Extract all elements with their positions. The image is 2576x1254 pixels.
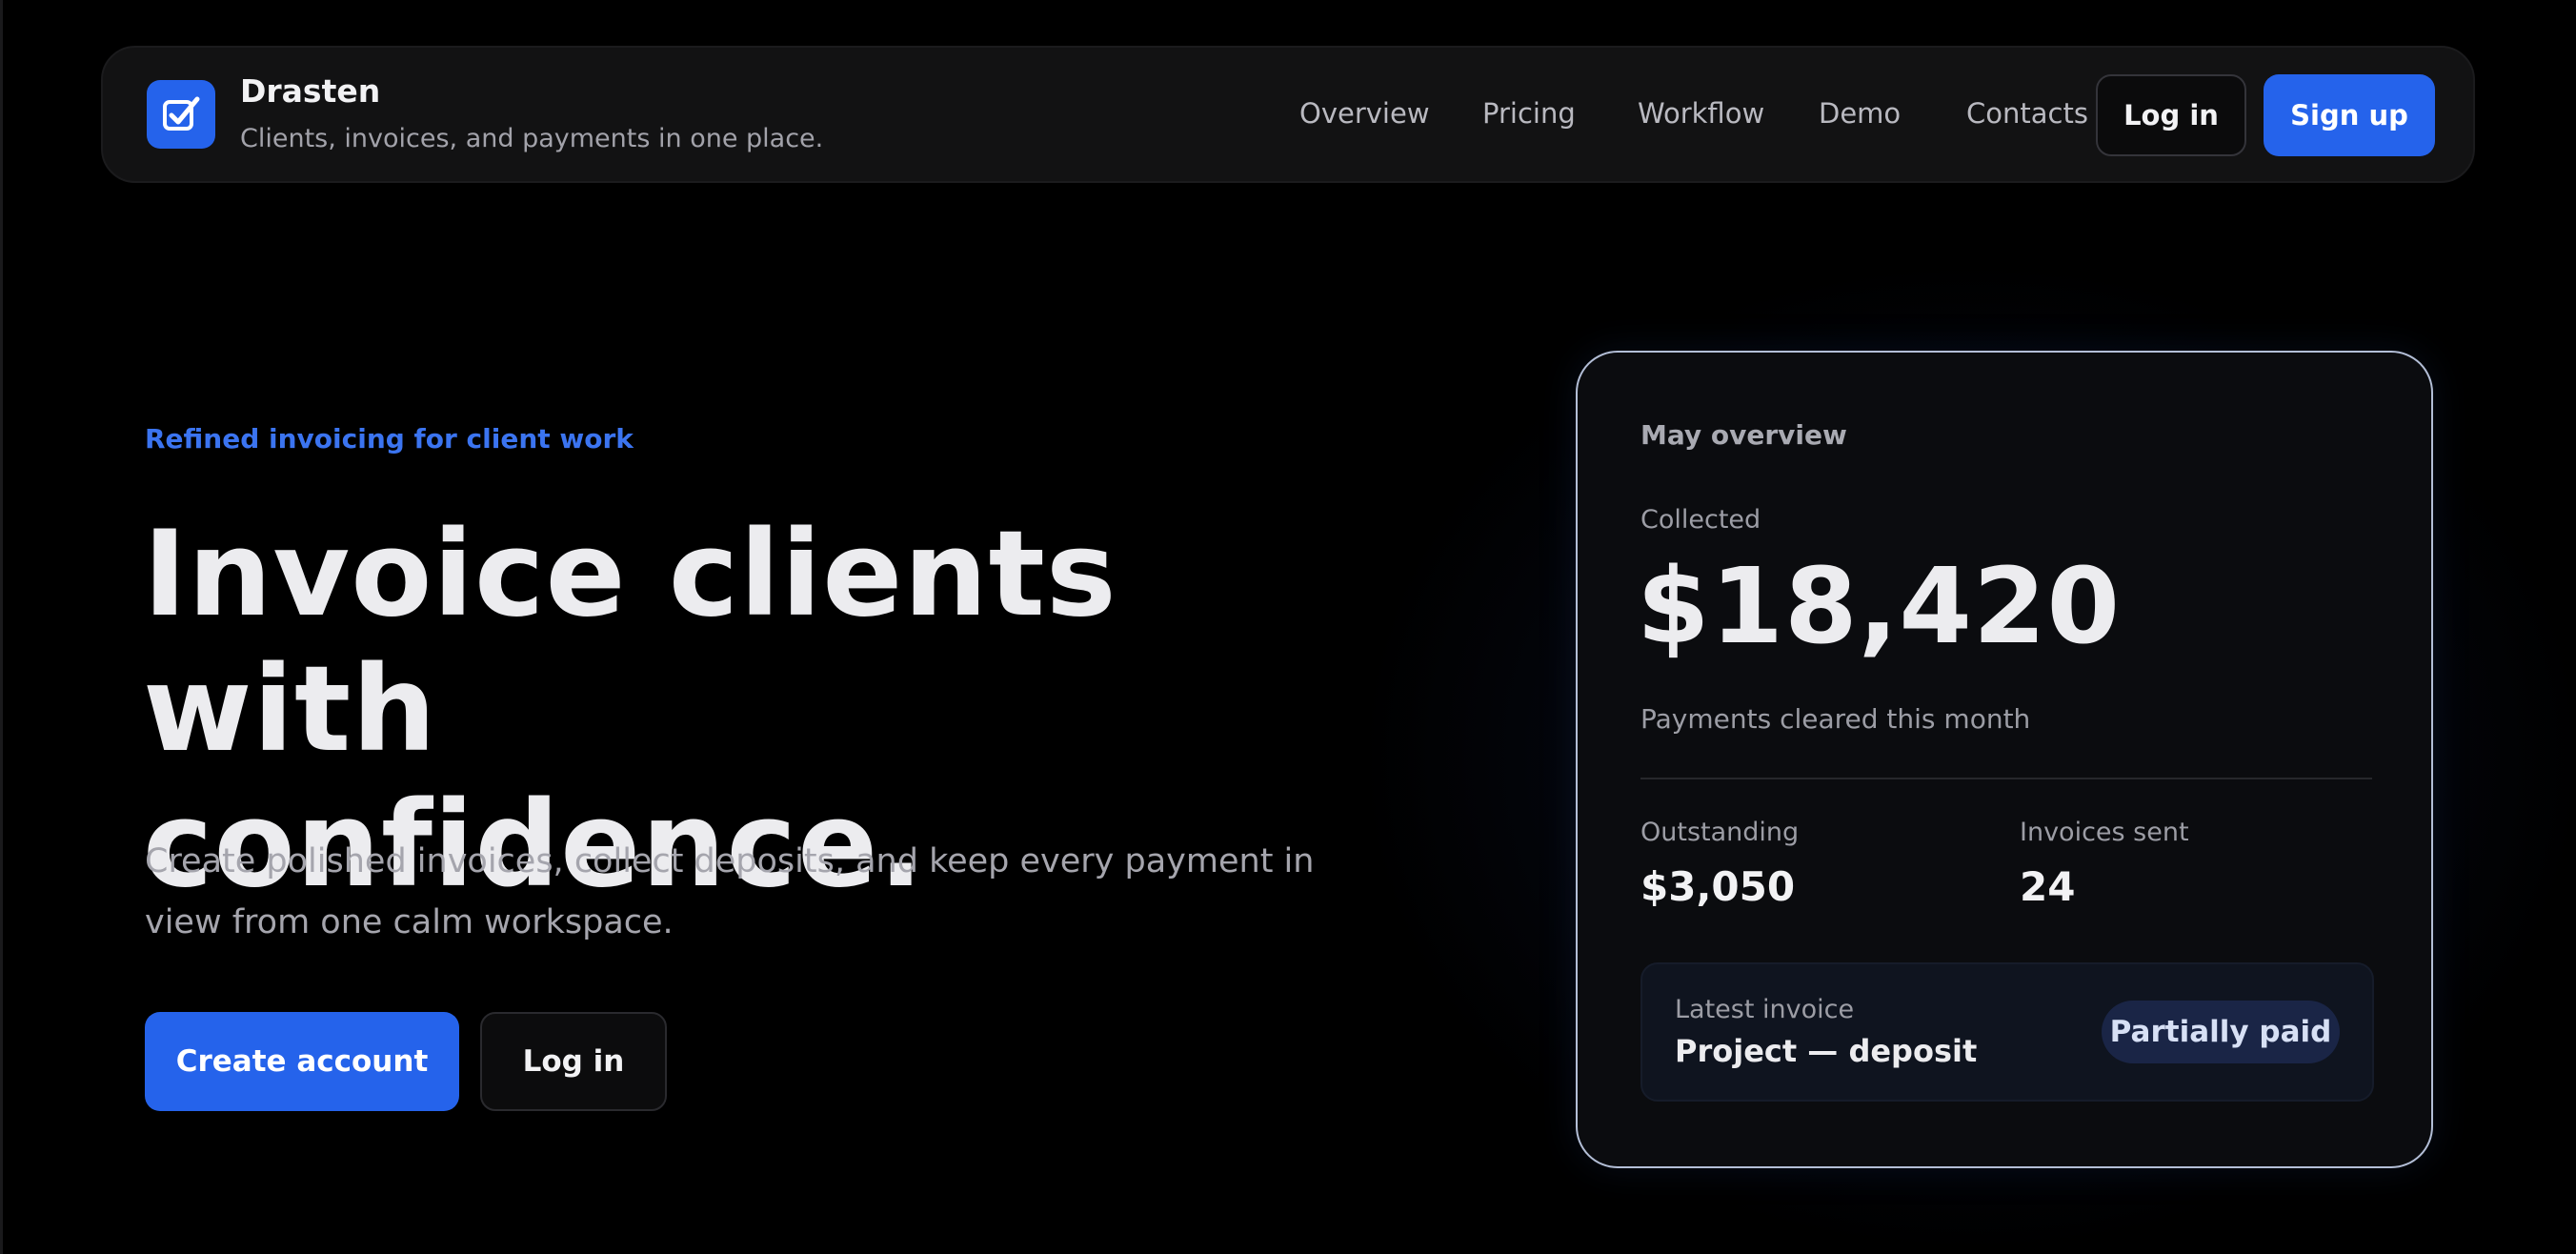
invoices-sent-value: 24 <box>2020 863 2076 910</box>
nav-link-overview[interactable]: Overview <box>1299 97 1430 130</box>
card-divider <box>1640 778 2372 779</box>
window-edge <box>0 0 3 1254</box>
login-button[interactable]: Log in <box>2096 74 2246 156</box>
signup-button[interactable]: Sign up <box>2264 74 2435 156</box>
latest-invoice-name: Project — deposit <box>1675 1033 1978 1069</box>
outstanding-value: $3,050 <box>1640 863 1796 910</box>
collected-label: Collected <box>1640 505 1761 535</box>
check-square-icon <box>163 96 200 131</box>
nav-link-demo[interactable]: Demo <box>1819 97 1901 130</box>
logo-icon[interactable] <box>147 80 215 149</box>
hero-eyebrow: Refined invoicing for client work <box>145 423 634 455</box>
landing-page: Drasten Clients, invoices, and payments … <box>0 0 2576 1254</box>
brand-tagline: Clients, invoices, and payments in one p… <box>240 124 824 153</box>
latest-invoice-panel: Latest invoice Project — deposit Partial… <box>1640 962 2374 1102</box>
latest-invoice-label: Latest invoice <box>1675 995 1855 1024</box>
card-title: May overview <box>1640 419 1847 451</box>
outstanding-label: Outstanding <box>1640 818 1800 847</box>
nav-link-contacts[interactable]: Contacts <box>1966 97 2088 130</box>
hero-headline-line1: Invoice clients with <box>143 506 1117 779</box>
hero-subcopy: Create polished invoices, collect deposi… <box>145 842 1315 941</box>
brand-name[interactable]: Drasten <box>240 72 380 110</box>
nav-link-workflow[interactable]: Workflow <box>1638 97 1764 130</box>
create-account-button[interactable]: Create account <box>145 1012 459 1111</box>
hero-login-button[interactable]: Log in <box>480 1012 667 1111</box>
collected-amount: $18,420 <box>1637 545 2122 667</box>
overview-card: May overview Collected $18,420 Payments … <box>1576 351 2433 1168</box>
nav-link-pricing[interactable]: Pricing <box>1482 97 1576 130</box>
status-badge: Partially paid <box>2102 1001 2340 1063</box>
collected-subtext: Payments cleared this month <box>1640 703 2031 735</box>
top-nav: Drasten Clients, invoices, and payments … <box>101 46 2475 183</box>
invoices-sent-label: Invoices sent <box>2020 818 2189 847</box>
